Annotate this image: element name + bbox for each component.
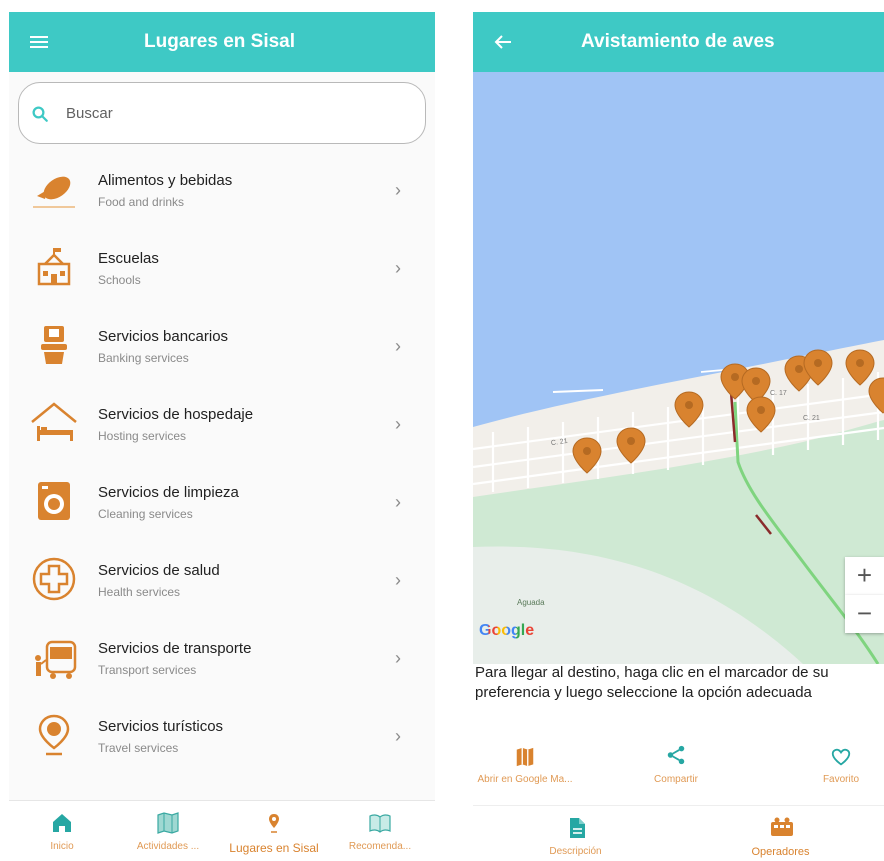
google-logo: Google	[479, 622, 534, 640]
zoom-out-button[interactable]: −	[845, 595, 884, 633]
tab-description[interactable]: Descripción	[473, 806, 678, 861]
action-label: Abrir en Google Ma...	[477, 774, 573, 785]
page-title: Lugares en Sisal	[144, 31, 296, 52]
directions-instructions: Para llegar al destino, haga clic en el …	[475, 664, 829, 701]
street-label: C. 21	[803, 415, 820, 422]
item-title: Alimentos y bebidas	[98, 172, 233, 189]
nav-label: Operadores	[751, 846, 810, 858]
list-item-cleaning[interactable]: Servicios de limpieza Cleaning services …	[9, 474, 435, 552]
list-item-tourism[interactable]: Servicios turísticos Travel services ›	[9, 708, 435, 786]
tab-operators[interactable]: Operadores	[678, 806, 883, 861]
bottom-navigation: Descripción Operadores	[473, 805, 884, 861]
places-screen: Lugares en Sisal Buscar Alimentos y bebi…	[9, 12, 435, 861]
item-subtitle: Schools	[98, 273, 141, 287]
heart-icon	[831, 748, 851, 766]
school-icon	[37, 248, 71, 286]
item-title: Servicios de transporte	[98, 640, 252, 657]
map-icon	[157, 812, 179, 834]
home-icon	[53, 814, 71, 832]
map-place-label: Aguada	[517, 598, 545, 607]
nav-label: Actividades ...	[136, 841, 200, 852]
street-label: C. 17	[770, 390, 787, 397]
map-canvas[interactable]	[473, 72, 884, 664]
chevron-right-icon: ›	[395, 570, 401, 590]
food-icon	[33, 176, 75, 208]
hamburger-icon[interactable]	[27, 30, 51, 54]
bed-icon	[31, 402, 77, 441]
nav-label: Lugares en Sisal	[229, 841, 319, 855]
app-bar: Avistamiento de aves	[473, 12, 884, 72]
list-item-food[interactable]: Alimentos y bebidas Food and drinks ›	[9, 162, 435, 240]
page-title: Avistamiento de aves	[581, 31, 775, 52]
item-title: Servicios de hospedaje	[98, 406, 254, 423]
nav-label: Inicio	[50, 841, 74, 852]
app-bar: Lugares en Sisal	[9, 12, 435, 72]
arrow-left-icon[interactable]	[491, 30, 515, 54]
chevron-right-icon: ›	[395, 726, 401, 746]
operators-icon	[771, 817, 793, 836]
document-icon	[570, 818, 585, 838]
item-subtitle: Banking services	[98, 351, 189, 365]
google-logo-text: Google	[479, 622, 535, 639]
nav-label: Recomenda...	[348, 841, 412, 852]
birdwatching-screen: Avistamiento de aves C. 21 C. 17 C. 21 A…	[473, 12, 884, 861]
action-label: Favorito	[822, 774, 860, 785]
nav-item-activities[interactable]: Actividades ...	[115, 801, 221, 861]
list-item-banking[interactable]: Servicios bancarios Banking services ›	[9, 318, 435, 396]
list-item-health[interactable]: Servicios de salud Health services ›	[9, 552, 435, 630]
chevron-right-icon: ›	[395, 414, 401, 434]
item-title: Escuelas	[98, 250, 159, 267]
action-label: Compartir	[654, 774, 698, 785]
health-cross-icon	[32, 557, 76, 601]
item-subtitle: Travel services	[98, 741, 179, 755]
search-placeholder: Buscar	[66, 105, 113, 122]
item-subtitle: Health services	[98, 585, 181, 599]
item-title: Servicios de limpieza	[98, 484, 239, 501]
atm-icon	[41, 326, 67, 364]
washing-machine-icon	[38, 482, 70, 520]
chevron-right-icon: ›	[395, 258, 401, 278]
nav-label: Descripción	[549, 846, 602, 857]
map-view[interactable]: C. 21 C. 17 C. 21 Aguada Google + −	[473, 72, 884, 664]
chevron-right-icon: ›	[395, 336, 401, 356]
share-icon	[667, 745, 685, 765]
item-subtitle: Food and drinks	[98, 195, 185, 209]
item-subtitle: Cleaning services	[98, 507, 193, 521]
list-item-schools[interactable]: Escuelas Schools ›	[9, 240, 435, 318]
item-subtitle: Transport services	[98, 663, 197, 677]
tourism-pin-icon	[38, 714, 70, 756]
item-subtitle: Hosting services	[98, 429, 187, 443]
chevron-right-icon: ›	[395, 492, 401, 512]
nav-item-home[interactable]: Inicio	[9, 801, 115, 861]
chevron-right-icon: ›	[395, 648, 401, 668]
item-title: Servicios bancarios	[98, 328, 229, 345]
location-pin-icon	[269, 814, 279, 833]
book-icon	[369, 814, 391, 833]
zoom-in-button[interactable]: +	[845, 557, 884, 595]
bottom-navigation: Inicio Actividades ... Lugares en Sisal …	[9, 800, 435, 861]
search-icon	[32, 106, 48, 122]
nav-item-places[interactable]: Lugares en Sisal	[221, 801, 327, 861]
item-title: Servicios turísticos	[98, 718, 224, 735]
search-input[interactable]: Buscar	[18, 82, 426, 144]
nav-item-recommendations[interactable]: Recomenda...	[327, 801, 433, 861]
item-title: Servicios de salud	[98, 562, 220, 579]
map-icon	[516, 747, 534, 767]
list-item-transport[interactable]: Servicios de transporte Transport servic…	[9, 630, 435, 708]
chevron-right-icon: ›	[395, 180, 401, 200]
bus-icon	[35, 640, 77, 679]
list-item-hosting[interactable]: Servicios de hospedaje Hosting services …	[9, 396, 435, 474]
